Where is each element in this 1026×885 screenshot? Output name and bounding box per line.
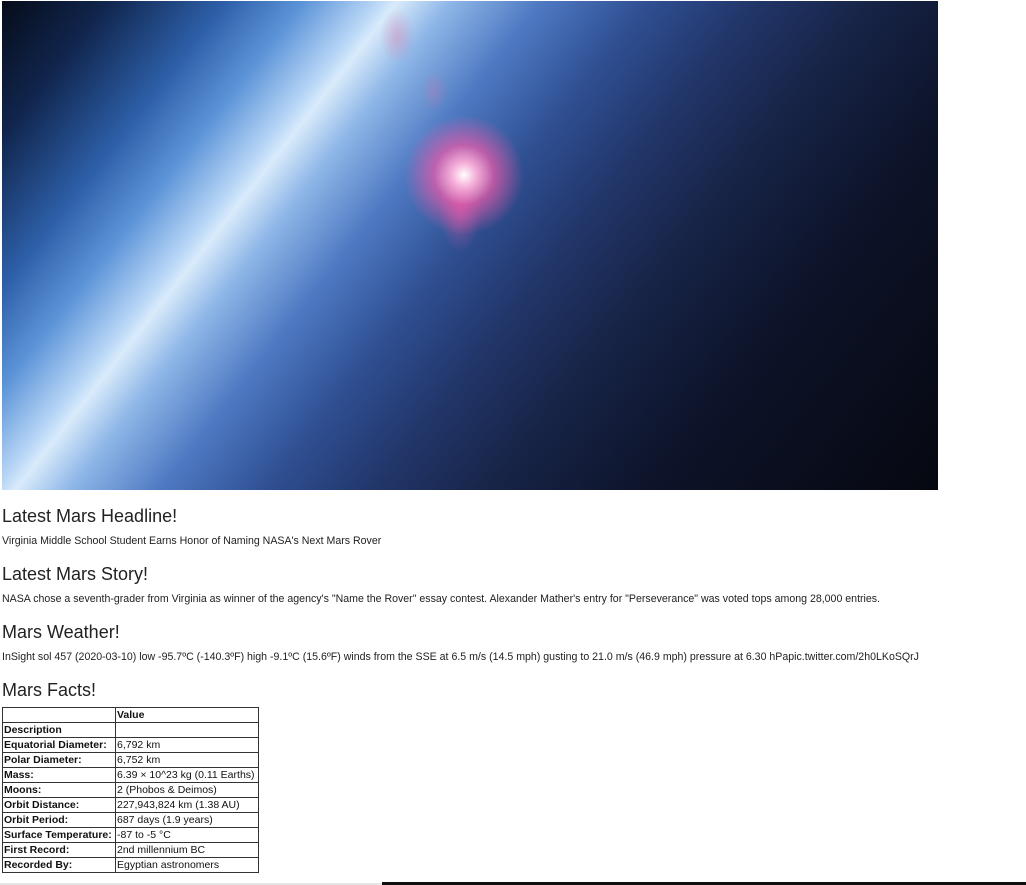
- headline-text: Virginia Middle School Student Earns Hon…: [2, 535, 382, 547]
- table-header-description-value: [115, 722, 259, 738]
- fact-value: 227,943,824 km (1.38 AU): [115, 797, 259, 813]
- fact-label: Orbit Period:: [2, 812, 116, 828]
- mars-facts-table: Value Description Equatorial Diameter: 6,…: [2, 707, 259, 873]
- headline-section: Latest Mars Headline! Virginia Middle Sc…: [2, 505, 381, 548]
- fact-value: -87 to -5 °C: [115, 827, 259, 843]
- table-header-blank: [2, 707, 116, 723]
- facts-section: Mars Facts!: [2, 679, 96, 701]
- table-row: Equatorial Diameter: 6,792 km: [2, 737, 259, 753]
- fact-value: 2 (Phobos & Deimos): [115, 782, 259, 798]
- weather-title: Mars Weather!: [2, 622, 120, 642]
- weather-section: Mars Weather! InSight sol 457 (2020-03-1…: [2, 621, 919, 664]
- table-body: Equatorial Diameter: 6,792 km Polar Diamet…: [2, 737, 259, 873]
- fact-value: Egyptian astronomers: [115, 857, 259, 873]
- table-row: Surface Temperature: -87 to -5 °C: [2, 827, 259, 843]
- headline-title: Latest Mars Headline!: [2, 506, 178, 526]
- table-header-value: Value: [115, 707, 259, 723]
- fact-label: Surface Temperature:: [2, 827, 116, 843]
- fact-value: 2nd millennium BC: [115, 842, 259, 858]
- fact-label: Polar Diameter:: [2, 752, 116, 768]
- page: Latest Mars Headline! Virginia Middle Sc…: [0, 0, 1026, 885]
- table-row: Recorded By: Egyptian astronomers: [2, 857, 259, 873]
- table-header-description: Description: [2, 722, 116, 738]
- fact-label: Recorded By:: [2, 857, 116, 873]
- fact-label: Moons:: [2, 782, 116, 798]
- table-row: Polar Diameter: 6,752 km: [2, 752, 259, 768]
- story-title: Latest Mars Story!: [2, 564, 149, 584]
- story-section: Latest Mars Story! NASA chose a seventh-…: [2, 563, 880, 606]
- table-row: Orbit Distance: 227,943,824 km (1.38 AU): [2, 797, 259, 813]
- fact-value: 687 days (1.9 years): [115, 812, 259, 828]
- fact-value: 6,752 km: [115, 752, 259, 768]
- table-row: Mass: 6.39 × 10^23 kg (0.11 Earths): [2, 767, 259, 783]
- table-header-row: Description: [2, 722, 259, 738]
- fact-label: Mass:: [2, 767, 116, 783]
- fact-value: 6,792 km: [115, 737, 259, 753]
- fact-label: Equatorial Diameter:: [2, 737, 116, 753]
- story-text: NASA chose a seventh-grader from Virgini…: [2, 593, 881, 605]
- weather-text: InSight sol 457 (2020-03-10) low -95.7ºC…: [2, 651, 919, 663]
- table-row: Moons: 2 (Phobos & Deimos): [2, 782, 259, 798]
- facts-title: Mars Facts!: [2, 680, 97, 700]
- fact-value: 6.39 × 10^23 kg (0.11 Earths): [115, 767, 259, 783]
- table-header-row: Value: [2, 707, 259, 723]
- fact-label: Orbit Distance:: [2, 797, 116, 813]
- hero-image: [2, 1, 938, 490]
- table-row: Orbit Period: 687 days (1.9 years): [2, 812, 259, 828]
- table-row: First Record: 2nd millennium BC: [2, 842, 259, 858]
- fact-label: First Record:: [2, 842, 116, 858]
